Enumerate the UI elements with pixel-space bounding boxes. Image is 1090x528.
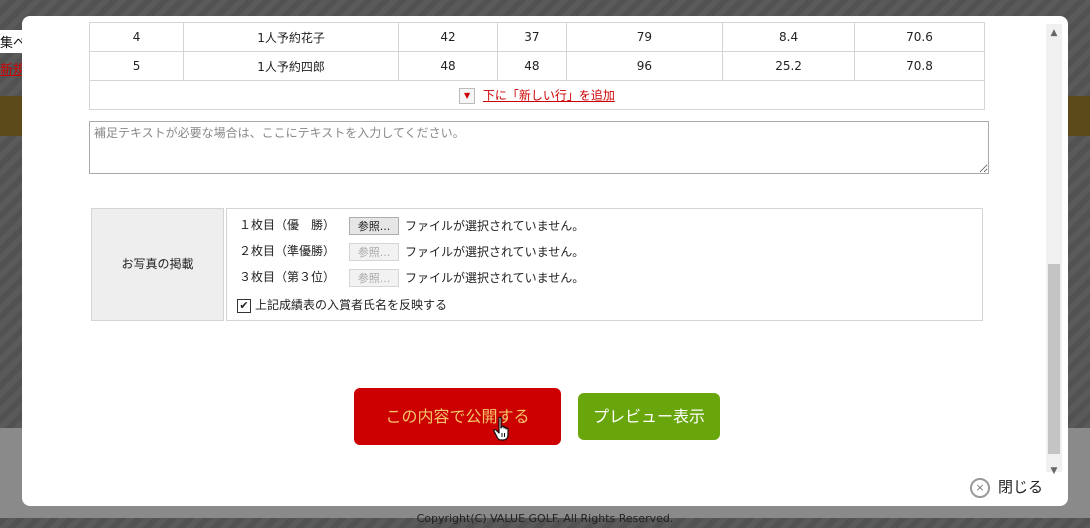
copyright-footer: Copyright(C) VALUE GOLF. All Rights Rese… <box>416 512 674 525</box>
photo-section: お写真の掲載 １枚目（優 勝） 参照... ファイルが選択されていません。 ２枚目（… <box>91 208 983 321</box>
table-row: 5 1人予約四郎 48 48 96 25.2 70.8 <box>88 51 985 81</box>
publish-button[interactable]: この内容で公開する <box>354 388 561 445</box>
browse-button-3: 参照... <box>349 268 399 287</box>
scroll-up-icon[interactable]: ▲ <box>1046 26 1062 40</box>
table-row: 4 1人予約花子 42 37 79 8.4 70.6 <box>88 22 985 52</box>
close-icon[interactable]: × <box>970 477 990 498</box>
dropdown-arrow-icon[interactable]: ▼ <box>459 87 476 104</box>
photo-file-row-1: １枚目（優 勝） 参照... ファイルが選択されていません。 <box>239 215 584 235</box>
photo-upload-area: １枚目（優 勝） 参照... ファイルが選択されていません。 ２枚目（準優勝） 参照.… <box>226 208 983 321</box>
table-cell: 70.8 <box>854 51 985 81</box>
photo-file-label: １枚目（優 勝） <box>239 218 336 232</box>
file-status-text: ファイルが選択されていません。 <box>405 270 585 285</box>
results-table: 4 1人予約花子 42 37 79 8.4 70.6 5 1人予約四郎 48 48 96 25.2 70.… <box>88 22 985 81</box>
table-cell: 37 <box>497 22 567 52</box>
file-status-text: ファイルが選択されていません。 <box>405 218 585 233</box>
scroll-down-icon[interactable]: ▼ <box>1046 464 1062 478</box>
background-left-text: 集ペ 新規 <box>0 30 22 78</box>
table-cell: 48 <box>397 51 499 81</box>
photo-file-row-3: ３枚目（第３位） 参照... ファイルが選択されていません。 <box>239 267 584 287</box>
scrollbar-thumb[interactable] <box>1048 264 1060 454</box>
table-cell: 1人予約四郎 <box>183 51 399 81</box>
browse-button-2: 参照... <box>349 242 399 261</box>
close-label[interactable]: 閉じる <box>998 478 1043 496</box>
add-row-bar: ▼ 下に「新しい行」を追加 <box>89 81 985 110</box>
reflect-winners-checkbox-row[interactable]: ✔ 上記成績表の入賞者氏名を反映する <box>237 297 447 313</box>
background-link: 新規 <box>0 63 22 78</box>
checkbox-checked-icon[interactable]: ✔ <box>237 298 251 313</box>
table-cell: 79 <box>565 22 724 52</box>
browse-button-1[interactable]: 参照... <box>349 216 399 235</box>
table-cell: 25.2 <box>722 51 856 81</box>
modal-dialog: 4 1人予約花子 42 37 79 8.4 70.6 5 1人予約四郎 48 48 96 25.2 70.… <box>22 16 1068 506</box>
add-new-row-link[interactable]: 下に「新しい行」を追加 <box>483 89 615 103</box>
modal-scroll-area[interactable]: 4 1人予約花子 42 37 79 8.4 70.6 5 1人予約四郎 48 48 96 25.2 70.… <box>22 16 1046 472</box>
photo-file-label: ３枚目（第３位） <box>239 270 336 284</box>
hand-pointer-icon <box>493 416 509 441</box>
reflect-winners-label[interactable]: 上記成績表の入賞者氏名を反映する <box>255 298 447 312</box>
background-text: 集ペ <box>0 30 22 53</box>
supplement-text-input[interactable] <box>89 121 989 174</box>
table-cell: 8.4 <box>722 22 856 52</box>
table-cell: 70.6 <box>854 22 985 52</box>
photo-file-label: ２枚目（準優勝） <box>239 244 336 258</box>
photo-section-label: お写真の掲載 <box>91 208 224 321</box>
photo-file-row-2: ２枚目（準優勝） 参照... ファイルが選択されていません。 <box>239 241 584 261</box>
preview-button[interactable]: プレビュー表示 <box>578 393 720 440</box>
table-cell: 42 <box>397 22 499 52</box>
table-cell: 5 <box>88 51 185 81</box>
file-status-text: ファイルが選択されていません。 <box>405 244 585 259</box>
table-cell: 4 <box>88 22 185 52</box>
vertical-scrollbar[interactable]: ▲ ▼ <box>1046 24 1062 476</box>
table-cell: 1人予約花子 <box>183 22 399 52</box>
table-cell: 48 <box>497 51 567 81</box>
close-button[interactable]: × 閉じる <box>970 476 1043 498</box>
table-cell: 96 <box>565 51 724 81</box>
